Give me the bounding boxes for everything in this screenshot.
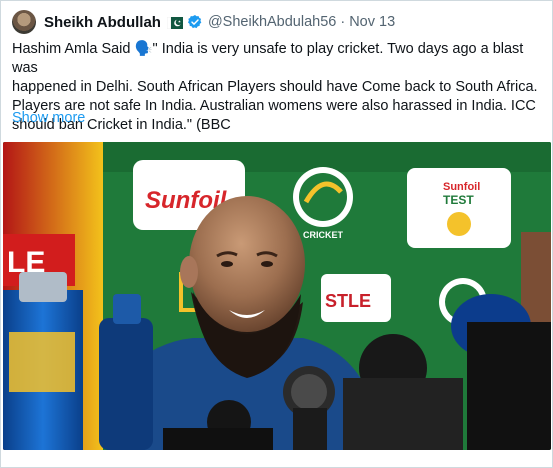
sunfoil-test-bottom-text: TEST (443, 193, 474, 207)
author-handle[interactable]: @SheikhAbdulah56 (208, 14, 336, 30)
show-more-link[interactable]: Show more (12, 110, 85, 126)
tweet-text-line: Hashim Amla Said 🗣️" India is very unsaf… (12, 41, 528, 76)
tweet-header: Sheikh Abdullah @SheikhAbdulah56 · Nov 1… (12, 10, 395, 34)
tweet-text-line: Players are not safe In India. Australia… (12, 98, 536, 114)
stle-banner-text: STLE (325, 291, 371, 311)
sunfoil-test-top-text: Sunfoil (443, 181, 480, 193)
press-conference-photo: LE Sunfoil CRICKET Sunfoil TEST STLE (3, 142, 551, 450)
tweet-text: Hashim Amla Said 🗣️" India is very unsaf… (12, 40, 540, 135)
tweet-media-photo[interactable]: LE Sunfoil CRICKET Sunfoil TEST STLE (3, 142, 551, 450)
pakistan-flag-icon (166, 16, 183, 30)
tweet-date[interactable]: Nov 13 (349, 14, 395, 30)
author-name[interactable]: Sheikh Abdullah (44, 14, 161, 31)
avatar[interactable] (12, 10, 36, 34)
tweet-text-line: happened in Delhi. South African Players… (12, 79, 538, 95)
separator-dot: · (340, 14, 346, 30)
cricket-banner-text: CRICKET (303, 230, 344, 240)
verified-badge-icon (187, 14, 203, 30)
